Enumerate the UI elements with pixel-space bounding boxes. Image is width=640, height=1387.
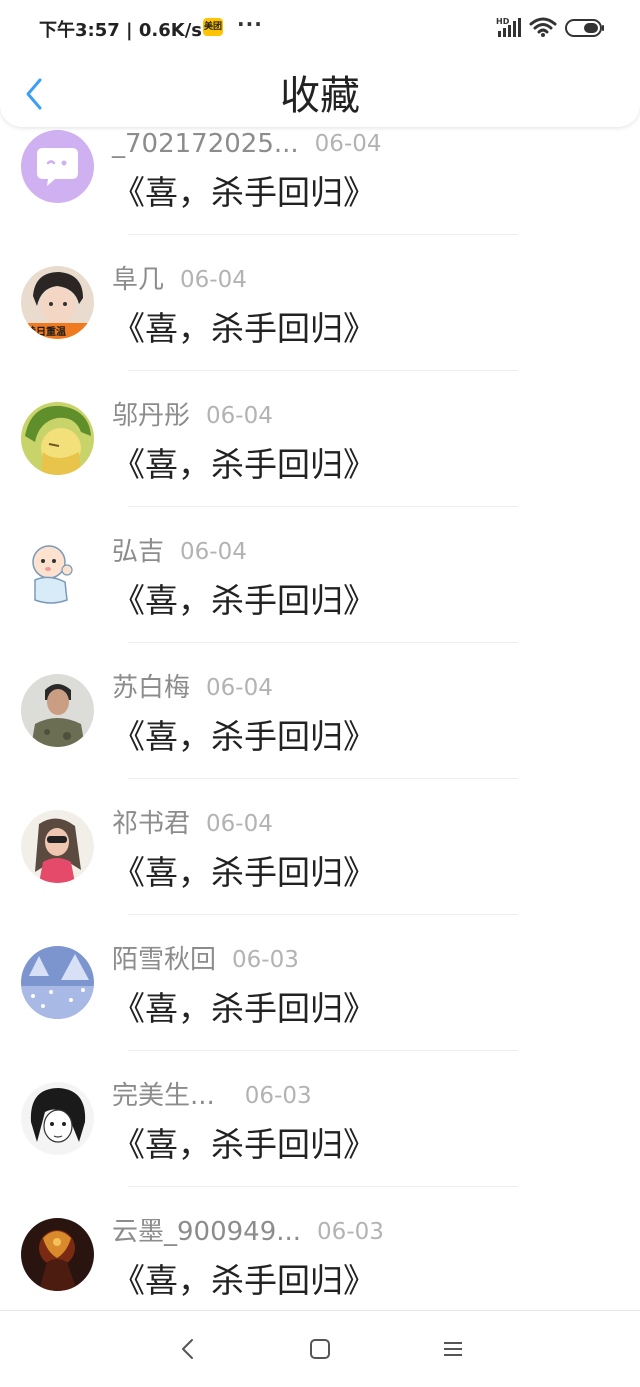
item-content: 《喜，杀手回归》: [112, 989, 376, 1028]
name-row: 邬丹彤 06-04: [112, 399, 273, 433]
item-content: 《喜，杀手回归》: [112, 1261, 376, 1300]
nav-home-icon[interactable]: [309, 1338, 331, 1360]
item-date: 06-04: [206, 811, 273, 837]
name-row: 阜几 06-04: [112, 263, 247, 297]
divider: [128, 1186, 518, 1187]
avatar[interactable]: [21, 1082, 94, 1155]
status-time: 下午3:57 | 0.6K/s: [39, 20, 203, 41]
favorites-screen: 下午3:57 | 0.6K/s 美团 ··· HD 收藏 _702172025.…: [0, 0, 640, 1387]
item-content: 《喜，杀手回归》: [112, 173, 376, 212]
avatar[interactable]: [21, 810, 94, 883]
item-content: 《喜，杀手回归》: [112, 1125, 376, 1164]
item-date: 06-04: [180, 539, 247, 565]
list-item[interactable]: _702172025... 06-04 《喜，杀手回归》: [0, 127, 640, 263]
hd-label: HD: [496, 17, 510, 26]
avatar[interactable]: [21, 674, 94, 747]
chat-bubble-avatar-icon: [21, 130, 94, 203]
list-item[interactable]: 完美生... 06-03 《喜，杀手回归》: [0, 1079, 640, 1215]
item-date: 06-03: [317, 1219, 384, 1245]
item-date: 06-04: [314, 131, 382, 157]
divider: [128, 370, 518, 371]
avatar[interactable]: [21, 130, 94, 203]
list-item[interactable]: 祁书君 06-04 《喜，杀手回归》: [0, 807, 640, 943]
user-name: 弘吉: [112, 537, 165, 567]
divider: [128, 914, 518, 915]
name-row: 弘吉 06-04: [112, 535, 247, 569]
nav-menu-icon[interactable]: [442, 1339, 464, 1359]
snow-scene-avatar: [21, 946, 94, 1019]
header: 收藏: [0, 56, 640, 127]
list-item[interactable]: 苏白梅 06-04 《喜，杀手回归》: [0, 671, 640, 807]
item-date: 06-04: [206, 675, 273, 701]
user-name: 邬丹彤: [112, 401, 191, 431]
user-photo-avatar: [21, 810, 94, 883]
item-content: 《喜，杀手回归》: [112, 309, 376, 348]
item-date: 06-04: [180, 267, 247, 293]
system-nav-bar: [0, 1310, 640, 1387]
list-item[interactable]: 陌雪秋回 06-03 《喜，杀手回归》: [0, 943, 640, 1079]
list-item[interactable]: 邬丹彤 06-04 《喜，杀手回归》: [0, 399, 640, 535]
name-row: 陌雪秋回 06-03: [112, 943, 299, 977]
divider: [128, 1050, 518, 1051]
avatar[interactable]: [21, 538, 94, 611]
avatar[interactable]: [21, 402, 94, 475]
user-name: 祁书君: [112, 809, 191, 839]
baby-cartoon-avatar: [21, 538, 94, 611]
divider: [128, 234, 518, 235]
user-photo-avatar: 昔日重温: [21, 266, 94, 339]
fantasy-art-avatar: [21, 1218, 94, 1291]
user-photo-avatar: [21, 674, 94, 747]
wifi-icon: [529, 17, 557, 37]
avatar[interactable]: [21, 946, 94, 1019]
divider: [128, 506, 518, 507]
meituan-icon: 美团: [203, 18, 223, 36]
name-row: 完美生... 06-03: [112, 1079, 312, 1113]
battery-icon: [565, 19, 604, 37]
page-title: 收藏: [280, 73, 360, 119]
name-row: 祁书君 06-04: [112, 807, 273, 841]
item-content: 《喜，杀手回归》: [112, 581, 376, 620]
user-name: 苏白梅: [112, 673, 191, 703]
divider: [128, 778, 518, 779]
user-photo-avatar: [21, 402, 94, 475]
item-date: 06-04: [206, 403, 273, 429]
top-bar: 下午3:57 | 0.6K/s 美团 ··· HD 收藏: [0, 0, 640, 127]
avatar[interactable]: [21, 1218, 94, 1291]
item-content: 《喜，杀手回归》: [112, 717, 376, 756]
name-row: 苏白梅 06-04: [112, 671, 273, 705]
signal-icon: HD: [496, 17, 521, 37]
status-bar: 下午3:57 | 0.6K/s 美团 ··· HD: [0, 0, 640, 56]
name-row: _702172025... 06-04: [112, 127, 382, 161]
user-name: 完美生...: [112, 1081, 215, 1111]
user-name: _702172025...: [112, 129, 299, 159]
list-item[interactable]: 弘吉 06-04 《喜，杀手回归》: [0, 535, 640, 671]
avatar[interactable]: 昔日重温: [21, 266, 94, 339]
name-row: 云墨_900949... 06-03: [112, 1215, 384, 1249]
user-name: 云墨_900949...: [112, 1217, 302, 1247]
user-name: 陌雪秋回: [112, 945, 217, 975]
favorites-list: _702172025... 06-04 《喜，杀手回归》 昔日重温 阜几 06-04: [0, 127, 640, 1310]
divider: [128, 642, 518, 643]
list-item[interactable]: 云墨_900949... 06-03 《喜，杀手回归》: [0, 1215, 640, 1310]
nav-back-icon[interactable]: [178, 1337, 198, 1361]
more-notifications-icon: ···: [237, 12, 263, 36]
item-date: 06-03: [244, 1083, 312, 1109]
item-content: 《喜，杀手回归》: [112, 445, 376, 484]
item-date: 06-03: [232, 947, 299, 973]
avatar-caption: 昔日重温: [26, 325, 66, 338]
item-content: 《喜，杀手回归》: [112, 853, 376, 892]
user-name: 阜几: [112, 265, 165, 295]
sketch-portrait-avatar: [21, 1082, 94, 1155]
list-item[interactable]: 昔日重温 阜几 06-04 《喜，杀手回归》: [0, 263, 640, 399]
